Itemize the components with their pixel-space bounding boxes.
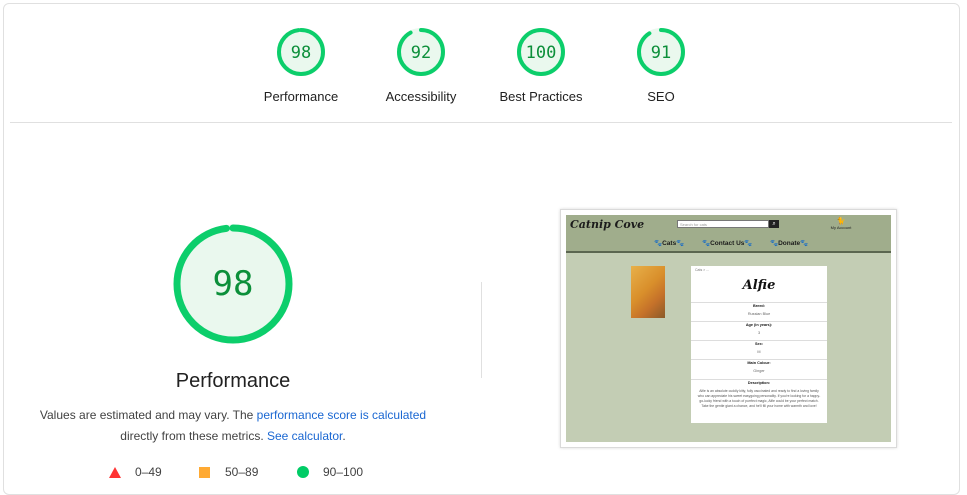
legend-average-range: 50–89 [225, 465, 259, 479]
gauge-seo-ring: 91 [637, 28, 685, 76]
performance-gauge-large: 98 [171, 222, 295, 351]
gauge-seo-label: SEO [647, 89, 675, 104]
description-text: Values are estimated and may vary. The [39, 408, 257, 422]
gauge-best-practices-label: Best Practices [499, 89, 583, 104]
gauge-best-practices-score: 100 [526, 43, 557, 63]
account-link: 🐈 My Account [830, 217, 852, 230]
gauge-best-practices-ring: 100 [517, 28, 565, 76]
legend-pass: 90–100 [297, 465, 363, 479]
field-value: M [757, 350, 761, 354]
triangle-icon [109, 466, 121, 478]
cat-name: Alfie [742, 278, 776, 293]
field-label: Main Colour: [691, 359, 827, 365]
gauge-best-practices[interactable]: 100 Best Practices [481, 27, 601, 104]
square-icon [199, 466, 210, 478]
description-text-2: directly from these metrics. [120, 429, 267, 443]
profile-breadcrumb: Cats > ... [695, 268, 710, 272]
gauge-seo[interactable]: 91 SEO [601, 27, 721, 104]
nav-cats: 🐾Cats🐾 [654, 240, 685, 247]
gauge-seo-score: 91 [651, 43, 671, 63]
gauge-performance-score: 98 [291, 43, 311, 63]
performance-score-large: 98 [213, 264, 254, 304]
search-icon: ⌕ [769, 220, 779, 228]
vertical-divider [481, 282, 482, 378]
performance-gauge-ring: 98 [173, 224, 293, 344]
score-calculated-link[interactable]: performance score is calculated [257, 408, 426, 422]
nav-donate-label: Donate [778, 240, 801, 247]
field-label: Description: [691, 379, 827, 385]
field-label: Age (in years): [691, 321, 827, 327]
section-divider [10, 122, 952, 123]
legend-average: 50–89 [199, 465, 258, 479]
screenshot-page: Catnip Cove Search for cats ⌕ 🐈 My Accou… [566, 215, 891, 442]
gauge-accessibility[interactable]: 92 Accessibility [361, 27, 481, 104]
gauge-accessibility-ring: 92 [397, 28, 445, 76]
nav-donate: 🐾Donate🐾 [770, 240, 809, 247]
legend-fail: 0–49 [109, 465, 162, 479]
field-value: Russian Blue [747, 312, 771, 316]
gauge-accessibility-label: Accessibility [385, 89, 457, 104]
performance-description: Values are estimated and may vary. The p… [28, 405, 438, 447]
nav-contact-label: Contact Us [710, 240, 745, 247]
gauge-performance-ring: 98 [277, 28, 325, 76]
field-value: 3 [757, 331, 761, 335]
gauge-performance[interactable]: 98 Performance [241, 27, 361, 104]
field-value: Ginger [753, 369, 765, 373]
site-search-input: Search for cats [677, 220, 769, 228]
screenshot-header: Catnip Cove Search for cats ⌕ 🐈 My Accou… [566, 215, 891, 253]
nav-cats-label: Cats [662, 240, 677, 247]
cat-description: Alfie is an absolute cuddly kitty, fully… [697, 389, 821, 408]
cat-photo [631, 266, 665, 318]
gauge-accessibility-score: 92 [411, 43, 431, 63]
see-calculator-link[interactable]: See calculator [267, 429, 342, 443]
field-label: Sex: [691, 340, 827, 346]
gauge-performance-label: Performance [263, 89, 339, 104]
site-logo: Catnip Cove [570, 218, 645, 231]
nav-contact: 🐾Contact Us🐾 [702, 240, 753, 247]
cat-icon: 🐈 [836, 218, 846, 225]
performance-title: Performance [175, 370, 291, 392]
description-period: . [342, 429, 346, 443]
final-screenshot[interactable]: Catnip Cove Search for cats ⌕ 🐈 My Accou… [560, 209, 897, 448]
field-label: Breed: [691, 302, 827, 308]
cat-profile-card: Cats > ... Alfie Breed: Russian Blue Age… [691, 266, 827, 423]
legend-pass-range: 90–100 [323, 465, 364, 479]
legend-fail-range: 0–49 [135, 465, 162, 479]
account-label: My Account [830, 225, 852, 230]
circle-icon [297, 466, 309, 478]
